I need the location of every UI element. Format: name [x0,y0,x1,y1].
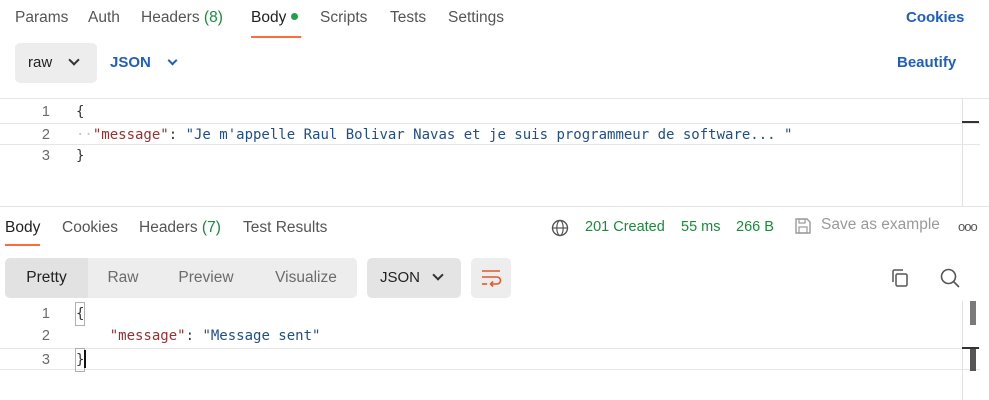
chevron-down-icon [68,54,80,66]
body-language-select[interactable]: JSON [110,54,178,71]
body-modified-dot [291,13,299,20]
response-language-select[interactable]: JSON [367,258,461,298]
globe-icon[interactable] [551,219,569,237]
format-tab-pretty[interactable]: Pretty [5,258,88,298]
scrollbar-thumb[interactable] [970,347,976,371]
response-tab-test-results[interactable]: Test Results [243,219,327,237]
scrollbar-marker [962,121,979,123]
active-tab-underline [5,244,41,246]
scrollbar-thumb[interactable] [970,301,976,325]
editor-line: 2 "message": "Message sent" [41,328,321,344]
json-key: "message" [109,328,186,344]
response-size[interactable]: 266 B [736,219,774,235]
headers-count: (7) [201,219,221,236]
text-cursor [84,350,86,368]
tab-body[interactable]: Body [251,9,302,38]
json-value: "Message sent" [202,328,321,344]
request-tabs: Params Auth Headers (8) Body Scripts Tes… [0,0,989,40]
response-time[interactable]: 55 ms [681,219,721,235]
format-segmented-control: Pretty Raw Preview Visualize [5,258,357,298]
cookies-link[interactable]: Cookies [906,9,964,26]
tab-tests[interactable]: Tests [390,9,426,27]
json-key: "message" [92,127,169,143]
tab-scripts[interactable]: Scripts [320,9,367,27]
tab-headers[interactable]: Headers (8) [141,9,223,27]
request-body-editor[interactable]: 1 { 2 ··"message": "Je m'appelle Raul Bo… [0,98,989,206]
chevron-down-icon [167,55,178,66]
response-body-viewer[interactable]: 1 { 2 "message": "Message sent" 3 } [0,301,989,400]
status-code[interactable]: 201 Created [585,219,665,235]
format-tab-raw[interactable]: Raw [88,258,158,298]
editor-line: 2 ··"message": "Je m'appelle Raul Boliva… [0,123,980,145]
editor-line: 1 { [0,302,980,326]
editor-line: 3 } [0,348,980,372]
indent-guide: ·· [76,127,93,143]
active-tab-underline [251,36,302,38]
tab-params[interactable]: Params [15,9,68,27]
editor-scrollbar-track[interactable] [962,99,963,206]
json-value: "Je m'appelle Raul Bolivar Navas et je s… [185,127,793,143]
format-tab-visualize[interactable]: Visualize [262,258,350,298]
tab-settings[interactable]: Settings [448,9,504,27]
scrollbar-marker [962,347,979,349]
wrap-lines-icon [482,270,502,288]
response-tab-headers[interactable]: Headers (7) [139,219,221,237]
wrap-lines-button[interactable] [471,258,511,298]
editor-line: 1 { [41,104,85,120]
body-mode-select[interactable]: raw [15,43,97,83]
pane-divider[interactable] [0,206,989,207]
chevron-down-icon [432,269,444,281]
response-tab-body[interactable]: Body [5,219,41,246]
copy-icon[interactable] [888,266,912,290]
headers-count: (8) [203,9,223,26]
editor-scrollbar-track[interactable] [962,301,963,400]
beautify-button[interactable]: Beautify [897,54,956,71]
more-icon[interactable]: ooo [958,219,978,234]
format-tab-preview[interactable]: Preview [163,258,249,298]
save-icon [795,218,811,234]
response-tab-cookies[interactable]: Cookies [62,219,118,237]
tab-auth[interactable]: Auth [88,9,120,27]
editor-line: 3 } [41,148,85,164]
search-icon[interactable] [938,266,962,290]
